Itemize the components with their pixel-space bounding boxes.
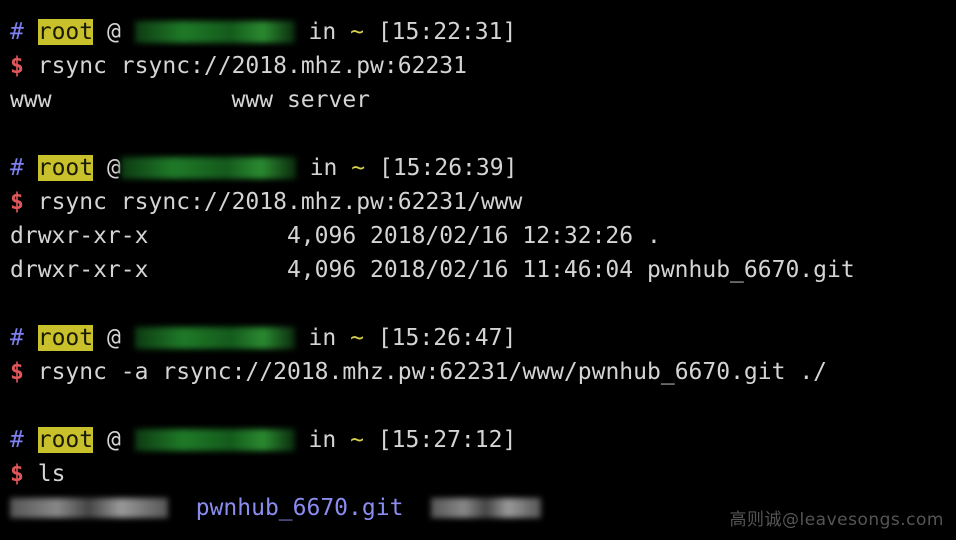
prompt-in: in <box>308 19 337 45</box>
prompt-line: # root @ in ~ [15:26:47] <box>10 321 855 355</box>
prompt-time: [15:26:47] <box>377 325 517 351</box>
prompt-user: root <box>37 155 94 181</box>
prompt-dir: ~ <box>350 427 364 453</box>
prompt-time: [15:27:12] <box>377 427 517 453</box>
blurred-hostname <box>134 429 295 451</box>
ls-output-line: pwnhub_6670.git <box>10 491 855 525</box>
watermark: 高则诚@leavesongs.com <box>729 510 944 530</box>
prompt-at: @ <box>106 155 121 181</box>
blurred-hostname <box>134 21 295 43</box>
prompt-user: root <box>37 19 94 45</box>
prompt-user: root <box>37 325 94 351</box>
blurred-filename <box>431 498 542 518</box>
blurred-filename <box>10 498 168 518</box>
prompt-user: root <box>37 427 94 453</box>
command-text: rsync rsync://2018.mhz.pw:62231 <box>37 53 467 79</box>
dollar-sign: $ <box>10 53 24 79</box>
prompt-in: in <box>308 427 337 453</box>
dollar-sign: $ <box>10 461 24 487</box>
prompt-time: [15:26:39] <box>378 155 518 181</box>
ls-directory-entry: pwnhub_6670.git <box>195 495 404 521</box>
dollar-sign: $ <box>10 189 24 215</box>
command-line: $ rsync -a rsync://2018.mhz.pw:62231/www… <box>10 355 855 389</box>
prompt-time: [15:22:31] <box>377 19 517 45</box>
prompt-at: @ <box>106 427 121 453</box>
command-text: rsync rsync://2018.mhz.pw:62231/www <box>37 189 523 215</box>
terminal[interactable]: # root @ in ~ [15:22:31] $ rsync rsync:/… <box>10 15 855 525</box>
prompt-line: # root @ in ~ [15:26:39] <box>10 151 855 185</box>
prompt-line: # root @ in ~ [15:22:31] <box>10 15 855 49</box>
output-line: www www server <box>10 87 371 113</box>
prompt-hash: # <box>10 19 24 45</box>
blurred-hostname <box>134 327 295 349</box>
prompt-dir: ~ <box>350 325 364 351</box>
output-line: drwxr-xr-x 4,096 2018/02/16 11:46:04 pwn… <box>10 257 855 283</box>
prompt-in: in <box>308 325 337 351</box>
prompt-hash: # <box>10 325 24 351</box>
command-line: $ ls <box>10 457 855 491</box>
command-line: $ rsync rsync://2018.mhz.pw:62231 <box>10 49 855 83</box>
command-line: $ rsync rsync://2018.mhz.pw:62231/www <box>10 185 855 219</box>
prompt-at: @ <box>106 325 121 351</box>
prompt-hash: # <box>10 155 24 181</box>
prompt-dir: ~ <box>351 155 366 181</box>
dollar-sign: $ <box>10 359 24 385</box>
prompt-hash: # <box>10 427 24 453</box>
prompt-dir: ~ <box>350 19 364 45</box>
output-line: drwxr-xr-x 4,096 2018/02/16 12:32:26 . <box>10 223 661 249</box>
prompt-at: @ <box>106 19 121 45</box>
blurred-hostname <box>120 157 296 179</box>
command-text: ls <box>37 461 66 487</box>
prompt-in: in <box>309 155 338 181</box>
prompt-line: # root @ in ~ [15:27:12] <box>10 423 855 457</box>
command-text: rsync -a rsync://2018.mhz.pw:62231/www/p… <box>37 359 828 385</box>
